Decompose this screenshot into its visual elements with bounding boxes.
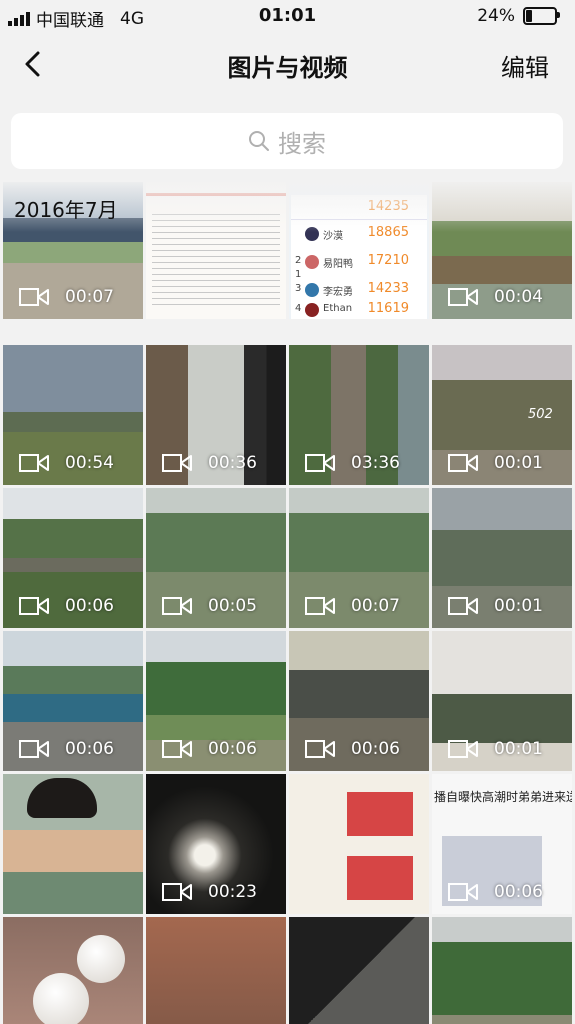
video-indicator: 00:01: [448, 453, 543, 473]
ranking-row: 4 Ethan 11619: [291, 301, 427, 319]
navigation-bar: 图片与视频 编辑: [0, 32, 575, 98]
image-thumbnail[interactable]: [289, 774, 429, 914]
video-duration: 00:01: [494, 453, 543, 473]
video-camera-icon: [305, 597, 335, 615]
video-camera-icon: [162, 740, 192, 758]
battery-percent: 24%: [477, 6, 515, 26]
ranking-row: 3 李宏勇 14233: [291, 277, 427, 301]
video-indicator: 00:06: [19, 739, 114, 759]
video-indicator: 00:06: [305, 739, 400, 759]
video-indicator: 00:01: [448, 596, 543, 616]
video-indicator: 00:54: [19, 453, 114, 473]
video-duration: 00:06: [351, 739, 400, 759]
search-placeholder: 搜索: [278, 129, 326, 158]
video-camera-icon: [448, 288, 478, 306]
video-camera-icon: [448, 883, 478, 901]
video-thumbnail[interactable]: 00:06: [3, 488, 143, 628]
video-duration: 00:07: [65, 287, 114, 307]
video-thumbnail[interactable]: 00:36: [146, 345, 286, 485]
video-thumbnail[interactable]: 00:01: [432, 488, 572, 628]
video-thumbnail[interactable]: 03:36: [289, 345, 429, 485]
video-camera-icon: [305, 740, 335, 758]
video-camera-icon: [19, 454, 49, 472]
video-camera-icon: [305, 454, 335, 472]
video-duration: 00:05: [208, 596, 257, 616]
video-indicator: 00:06: [162, 739, 257, 759]
video-duration: 00:01: [494, 739, 543, 759]
image-thumbnail[interactable]: [289, 917, 429, 1024]
edit-button[interactable]: 编辑: [501, 48, 549, 83]
video-duration: 00:36: [208, 453, 257, 473]
video-camera-icon: [19, 740, 49, 758]
video-indicator: 00:07: [19, 287, 114, 307]
page-title: 图片与视频: [227, 54, 348, 82]
video-camera-icon: [19, 288, 49, 306]
ranking-number: 4: [295, 303, 302, 314]
ranking-row: 2 易阳鸭 17210: [291, 249, 427, 275]
search-icon: [249, 131, 269, 151]
video-duration: 00:07: [351, 596, 400, 616]
video-thumbnail[interactable]: 00:01: [432, 631, 572, 771]
ranking-value: 11619: [367, 301, 409, 316]
ranking-value: 17210: [367, 253, 409, 268]
video-duration: 00:06: [65, 596, 114, 616]
video-duration: 00:06: [208, 739, 257, 759]
video-thumbnail[interactable]: 00:23: [146, 774, 286, 914]
section-header: 2016年7月: [0, 182, 575, 232]
video-camera-icon: [162, 883, 192, 901]
video-thumbnail[interactable]: 00:06: [146, 631, 286, 771]
video-thumbnail[interactable]: 00:06: [3, 631, 143, 771]
video-camera-icon: [162, 454, 192, 472]
video-indicator: 00:23: [162, 882, 257, 902]
video-indicator: 00:36: [162, 453, 257, 473]
video-duration: 00:23: [208, 882, 257, 902]
video-thumbnail[interactable]: 00:54: [3, 345, 143, 485]
video-indicator: 00:04: [448, 287, 543, 307]
month-label: 2016年7月: [14, 198, 118, 222]
video-thumbnail[interactable]: 502 00:01: [432, 345, 572, 485]
video-indicator: 03:36: [305, 453, 400, 473]
video-duration: 00:54: [65, 453, 114, 473]
video-indicator: 00:06: [19, 596, 114, 616]
battery-info: 24%: [477, 6, 560, 26]
video-thumbnail[interactable]: 播自曝快高潮时弟弟进来送饮料 00:06: [432, 774, 572, 914]
media-grid: 00:07 14235 沙漠18865 2易阳鸭17210 3李宏勇14233 …: [0, 182, 575, 1024]
battery-icon: [523, 7, 560, 25]
video-camera-icon: [448, 597, 478, 615]
ranking-number: 1: [295, 269, 302, 280]
ranking-number: 3: [295, 283, 302, 294]
video-thumbnail[interactable]: 00:06: [289, 631, 429, 771]
video-duration: 00:04: [494, 287, 543, 307]
video-camera-icon: [162, 597, 192, 615]
video-indicator: 00:01: [448, 739, 543, 759]
ranking-number: 2: [295, 255, 302, 266]
video-indicator: 00:05: [162, 596, 257, 616]
image-thumbnail[interactable]: [146, 917, 286, 1024]
video-duration: 00:06: [494, 882, 543, 902]
image-thumbnail[interactable]: [432, 917, 572, 1024]
search-input[interactable]: 搜索: [11, 113, 563, 169]
video-duration: 00:06: [65, 739, 114, 759]
ranking-name: 易阳鸭: [323, 259, 353, 270]
ranking-value: 14233: [367, 281, 409, 296]
video-indicator: 00:07: [305, 596, 400, 616]
video-camera-icon: [448, 454, 478, 472]
video-thumbnail[interactable]: 00:05: [146, 488, 286, 628]
video-duration: 03:36: [351, 453, 400, 473]
video-camera-icon: [19, 597, 49, 615]
vehicle-number: 502: [528, 407, 553, 422]
headline-text: 播自曝快高潮时弟弟进来送饮料: [434, 790, 572, 804]
image-thumbnail[interactable]: [3, 774, 143, 914]
image-thumbnail[interactable]: [3, 917, 143, 1024]
video-duration: 00:01: [494, 596, 543, 616]
ranking-name: 李宏勇: [323, 287, 353, 298]
video-thumbnail[interactable]: 00:07: [289, 488, 429, 628]
ranking-name: Ethan: [323, 303, 353, 314]
video-camera-icon: [448, 740, 478, 758]
video-indicator: 00:06: [448, 882, 543, 902]
status-bar: 中国联通 4G 01:01 24%: [0, 0, 575, 32]
